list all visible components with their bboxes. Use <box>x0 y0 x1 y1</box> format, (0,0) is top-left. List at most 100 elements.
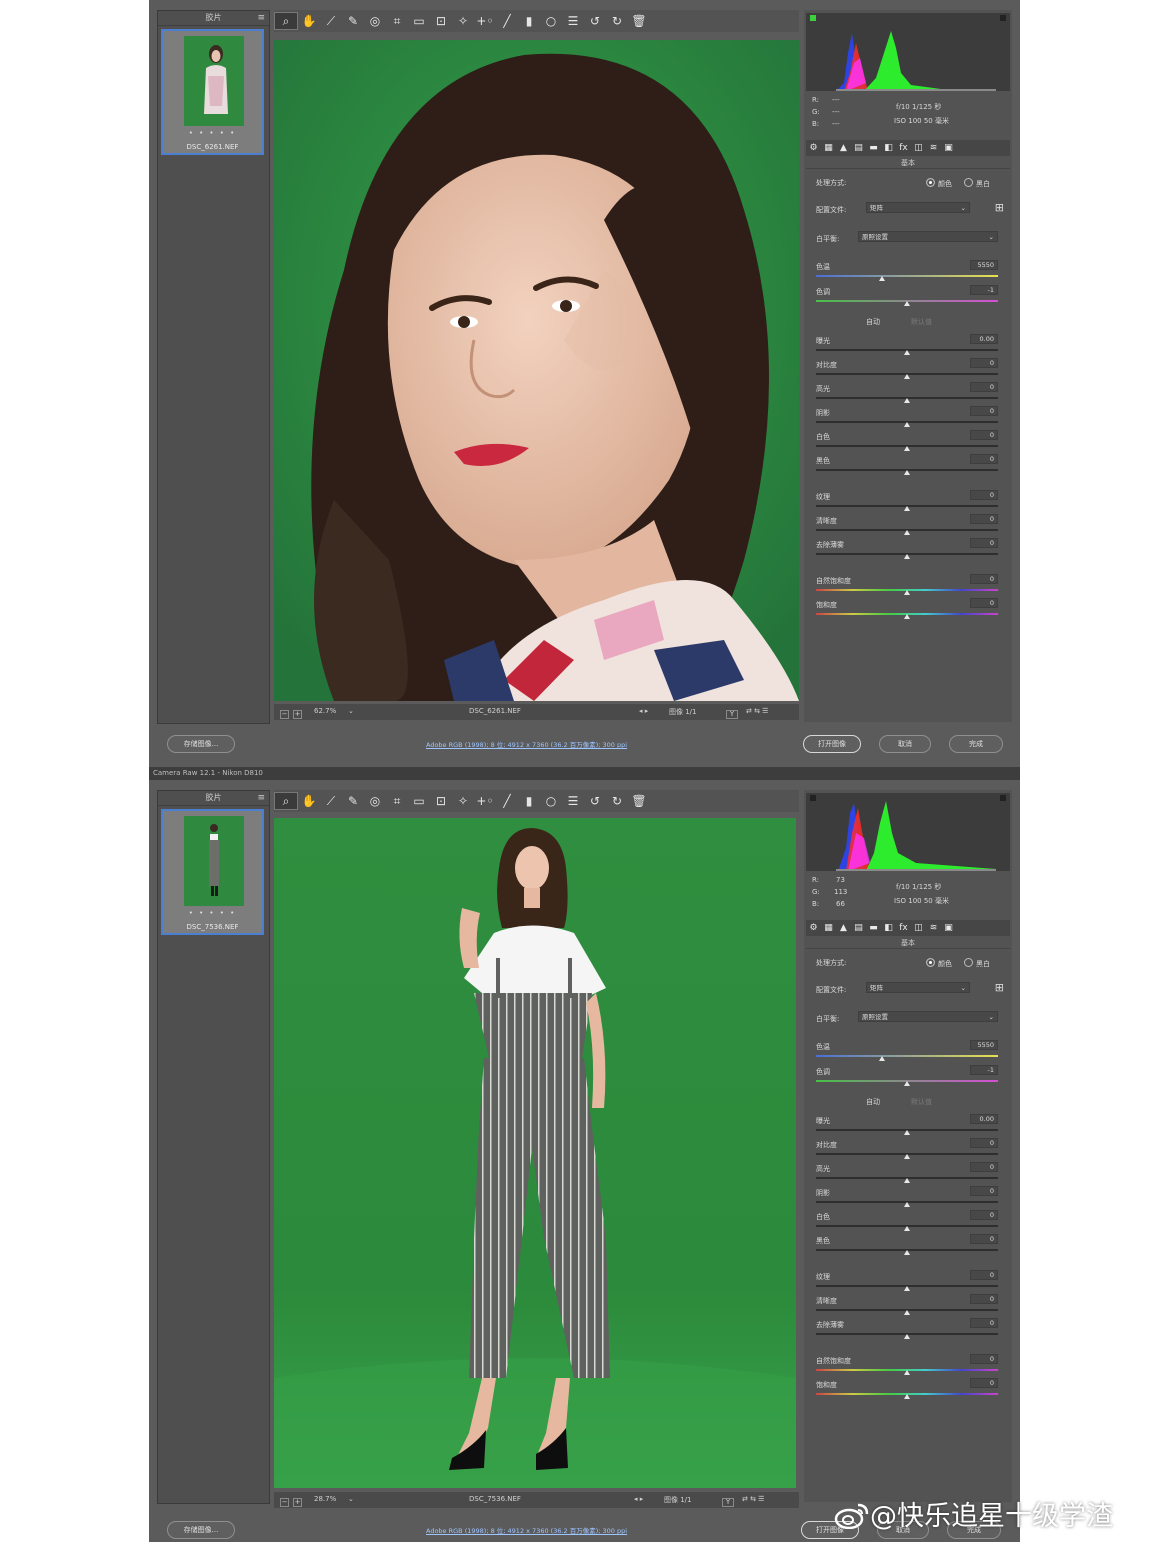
profile-select[interactable]: 矩阵 ⌄ <box>866 982 970 993</box>
zoom-tool-icon[interactable]: ⌕ <box>274 792 298 810</box>
slider-value-field[interactable]: 0 <box>970 1354 998 1364</box>
slider-track[interactable] <box>816 275 998 277</box>
slider-thumb[interactable] <box>904 554 910 559</box>
image-preview[interactable] <box>274 818 796 1488</box>
crop-tool-icon[interactable]: ⌗ <box>386 794 408 809</box>
filmstrip-thumbnail[interactable]: • • • • • DSC_7536.NEF <box>161 809 264 935</box>
profile-browser-icon[interactable]: ⊞ <box>995 201 1004 214</box>
adjustment-brush-icon[interactable]: ╱ <box>496 794 518 808</box>
color-sampler-icon[interactable]: ✎ <box>342 794 364 808</box>
slider-thumb[interactable] <box>904 590 910 595</box>
slider-thumb[interactable] <box>904 1130 910 1135</box>
white-balance-tool-icon[interactable]: ⟋ <box>320 14 342 29</box>
spot-removal-icon[interactable]: ✧ <box>452 794 474 808</box>
slider-value-field[interactable]: 0 <box>970 1162 998 1172</box>
slider-value-field[interactable]: 0 <box>970 1186 998 1196</box>
preferences-icon[interactable]: ☰ <box>562 794 584 808</box>
tab-effects-icon[interactable]: fx <box>896 923 911 933</box>
slider-thumb[interactable] <box>904 374 910 379</box>
slider-value-field[interactable]: 0 <box>970 538 998 548</box>
rotate-left-icon[interactable]: ↺ <box>584 14 606 28</box>
straighten-tool-icon[interactable]: ▭ <box>408 794 430 808</box>
slider-value-field[interactable]: 0 <box>970 1138 998 1148</box>
treatment-color-radio[interactable]: 颜色 <box>926 958 952 969</box>
slider-value-field[interactable]: 0 <box>970 1270 998 1280</box>
targeted-adjust-icon[interactable]: ◎ <box>364 794 386 808</box>
rotate-left-icon[interactable]: ↺ <box>584 794 606 808</box>
wb-select[interactable]: 原照设置 ⌄ <box>858 1011 998 1022</box>
tab-detail-icon[interactable]: ▲ <box>836 923 851 933</box>
slider-value-field[interactable]: 0 <box>970 1318 998 1328</box>
straighten-tool-icon[interactable]: ▭ <box>408 14 430 28</box>
slider-thumb[interactable] <box>904 1226 910 1231</box>
tab-effects-icon[interactable]: fx <box>896 143 911 153</box>
spot-removal-icon[interactable]: ✧ <box>452 14 474 28</box>
profile-browser-icon[interactable]: ⊞ <box>995 981 1004 994</box>
tab-calibration-icon[interactable]: ◫ <box>911 923 926 933</box>
radial-filter-icon[interactable]: ○ <box>540 794 562 808</box>
profile-select[interactable]: 矩阵 ⌄ <box>866 202 970 213</box>
slider-value-field[interactable]: 0 <box>970 1210 998 1220</box>
slider-value-field[interactable]: 0.00 <box>970 334 998 344</box>
filmstrip-thumbnail[interactable]: • • • • • DSC_6261.NEF <box>161 29 264 155</box>
tab-hsl-icon[interactable]: ▤ <box>851 143 866 153</box>
slider-track[interactable] <box>816 1055 998 1057</box>
slider-thumb[interactable] <box>904 1154 910 1159</box>
slider-value-field[interactable]: 0 <box>970 574 998 584</box>
tab-snapshots-icon[interactable]: ▣ <box>941 143 956 153</box>
white-balance-tool-icon[interactable]: ⟋ <box>320 794 342 809</box>
tab-calibration-icon[interactable]: ◫ <box>911 143 926 153</box>
slider-thumb[interactable] <box>904 398 910 403</box>
shadow-clip-icon[interactable] <box>810 15 816 21</box>
save-image-button[interactable]: 存储图像... <box>167 735 235 753</box>
slider-thumb[interactable] <box>878 276 885 281</box>
filmstrip-menu-icon[interactable]: ≡ <box>257 791 265 805</box>
default-button[interactable]: 默认值 <box>911 317 932 327</box>
zoom-level[interactable]: 28.7% <box>314 1495 336 1503</box>
slider-value-field[interactable]: 0 <box>970 430 998 440</box>
thumbnail-rating[interactable]: • • • • • <box>163 129 262 137</box>
tab-presets-icon[interactable]: ≋ <box>926 923 941 933</box>
default-button[interactable]: 默认值 <box>911 1097 932 1107</box>
crop-tool-icon[interactable]: ⌗ <box>386 14 408 29</box>
slider-value-field[interactable]: 0.00 <box>970 1114 998 1124</box>
rotate-right-icon[interactable]: ↻ <box>606 794 628 808</box>
tab-lens-icon[interactable]: ◧ <box>881 923 896 933</box>
slider-thumb[interactable] <box>904 446 910 451</box>
red-eye-icon[interactable]: +◦ <box>474 14 496 28</box>
preferences-icon[interactable]: ☰ <box>562 14 584 28</box>
transform-tool-icon[interactable]: ⊡ <box>430 794 452 808</box>
slider-thumb[interactable] <box>904 1081 910 1086</box>
slider-value-field[interactable]: 5550 <box>970 1040 998 1050</box>
slider-value-field[interactable]: 0 <box>970 1294 998 1304</box>
tab-tone-curve-icon[interactable]: ▦ <box>821 923 836 933</box>
zoom-dropdown-icon[interactable]: ⌄ <box>348 707 354 715</box>
shadow-clip-icon[interactable] <box>810 795 816 801</box>
prev-next-arrows[interactable]: ◂ ▸ <box>639 707 648 715</box>
highlight-clip-icon[interactable] <box>1000 795 1006 801</box>
targeted-adjust-icon[interactable]: ◎ <box>364 14 386 28</box>
tab-basic-icon[interactable]: ⚙ <box>806 143 821 153</box>
prev-next-arrows[interactable]: ◂ ▸ <box>634 1495 643 1503</box>
transform-tool-icon[interactable]: ⊡ <box>430 14 452 28</box>
open-image-button[interactable]: 打开图像 <box>803 735 861 753</box>
image-preview[interactable] <box>274 40 799 701</box>
tab-basic-icon[interactable]: ⚙ <box>806 923 821 933</box>
slider-value-field[interactable]: -1 <box>970 1065 998 1075</box>
highlight-clip-icon[interactable] <box>1000 15 1006 21</box>
tab-split-tone-icon[interactable]: ▬ <box>866 143 881 153</box>
treatment-color-radio[interactable]: 颜色 <box>926 178 952 189</box>
tab-presets-icon[interactable]: ≋ <box>926 143 941 153</box>
radial-filter-icon[interactable]: ○ <box>540 14 562 28</box>
slider-value-field[interactable]: -1 <box>970 285 998 295</box>
slider-thumb[interactable] <box>904 301 910 306</box>
slider-thumb[interactable] <box>904 1250 910 1255</box>
zoom-tool-icon[interactable]: ⌕ <box>274 12 298 30</box>
slider-value-field[interactable]: 0 <box>970 454 998 464</box>
slider-thumb[interactable] <box>904 422 910 427</box>
graduated-filter-icon[interactable]: ▮ <box>518 14 540 28</box>
slider-thumb[interactable] <box>904 1178 910 1183</box>
done-button[interactable]: 完成 <box>949 735 1003 753</box>
slider-value-field[interactable]: 0 <box>970 1234 998 1244</box>
treatment-bw-radio[interactable]: 黑白 <box>964 958 990 969</box>
